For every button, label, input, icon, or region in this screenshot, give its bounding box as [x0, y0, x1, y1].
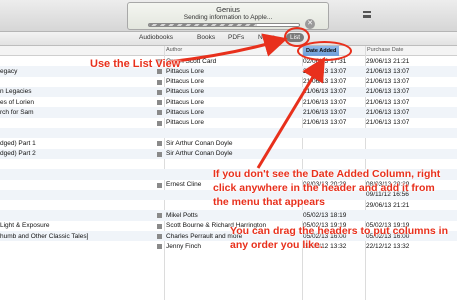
book-icon — [157, 151, 162, 157]
annotation-date-added-tip: If you don't see the Date Added Column, … — [213, 168, 441, 208]
row-author: Pittacus Lore — [166, 78, 204, 86]
date-added-highlight-circle — [297, 41, 352, 61]
table-row[interactable]: dged) Part 1 Sir Arthur Conan Doyle — [0, 138, 457, 148]
row-title: es of Lorien — [0, 98, 34, 106]
tab-pdfs[interactable]: PDFs — [228, 34, 244, 41]
row-title: dged) Part 2 — [0, 150, 36, 158]
row-purchase-date: 21/06/13 13:07 — [366, 67, 410, 75]
row-author: Pittacus Lore — [166, 98, 204, 106]
row-date-added: 05/02/13 18:19 — [303, 211, 347, 219]
tab-notes[interactable]: Notes — [258, 34, 275, 41]
row-author: Sir Arthur Conan Doyle — [166, 139, 233, 147]
tab-books[interactable]: Books — [197, 34, 215, 41]
book-icon — [157, 141, 162, 147]
row-title: humb and Other Classic Tales] — [0, 232, 89, 240]
table-row[interactable] — [0, 128, 457, 139]
book-icon — [157, 182, 162, 188]
book-icon — [157, 223, 162, 229]
row-author: Pittacus Lore — [166, 119, 204, 127]
row-date-added: 21/06/13 13:07 — [303, 78, 347, 86]
table-row[interactable]: rch for Sam Pittacus Lore 21/06/13 13:07 21… — [0, 107, 457, 118]
book-list: Orson Scott Card 02/06/13 17:31 29/06/13 2… — [0, 56, 457, 252]
list-menu-icon[interactable] — [363, 11, 371, 18]
table-row[interactable]: Pittacus Lore 21/06/13 13:07 21/06/13 13:0… — [0, 118, 457, 128]
cancel-sync-icon[interactable]: ✕ — [305, 19, 315, 29]
row-title: n Legacies — [0, 88, 32, 96]
column-header-author[interactable]: Author — [166, 47, 182, 53]
table-row[interactable]: Pittacus Lore 21/06/13 13:07 21/06/13 13:0… — [0, 77, 457, 87]
row-author: Pittacus Lore — [166, 88, 204, 96]
status-display: Genius Sending information to Apple... ✕ — [127, 2, 329, 30]
column-header[interactable]: Author Date Added Purchase Date — [0, 46, 457, 56]
table-row[interactable]: es of Lorien Pittacus Lore 21/06/13 13:07 2… — [0, 97, 457, 107]
row-purchase-date: 21/06/13 13:07 — [366, 88, 410, 96]
status-text: Sending information to Apple... — [183, 14, 273, 21]
row-purchase-date: 21/06/13 13:07 — [366, 98, 410, 106]
title-bar: Genius Sending information to Apple... ✕ — [0, 0, 457, 32]
annotation-drag-tip: You can drag the headers to put columns … — [230, 225, 448, 251]
book-icon — [157, 100, 162, 106]
row-date-added: 21/06/13 13:07 — [303, 119, 347, 127]
row-date-added: 21/06/13 13:07 — [303, 108, 347, 116]
column-header-purchase-date[interactable]: Purchase Date — [367, 47, 403, 53]
category-tabbar: Audiobooks Books PDFs Notes List — [0, 32, 457, 46]
window-title: Genius — [216, 5, 240, 14]
row-title: dged) Part 1 — [0, 139, 36, 147]
row-title: Light & Exposure — [0, 222, 50, 230]
row-author: Sir Arthur Conan Doyle — [166, 150, 233, 158]
book-icon — [157, 244, 162, 250]
row-purchase-date: 29/06/13 21:21 — [366, 57, 410, 65]
row-author: Pittacus Lore — [166, 108, 204, 116]
table-row[interactable]: n Legacies Pittacus Lore 21/06/13 13:07 21/… — [0, 86, 457, 98]
progress-bar — [148, 23, 300, 27]
progress-fill — [149, 24, 257, 26]
table-row[interactable]: egacy Pittacus Lore 21/06/13 13:07 21/06/13… — [0, 66, 457, 77]
row-date-added: 21/06/13 13:07 — [303, 98, 347, 106]
book-icon — [157, 110, 162, 116]
row-purchase-date: 21/06/13 13:07 — [366, 108, 410, 116]
book-icon — [157, 89, 162, 95]
annotation-use-list-view: Use the List View — [90, 58, 181, 70]
table-row[interactable]: Mikel Potts 05/02/13 18:19 — [0, 210, 457, 221]
row-title: rch for Sam — [0, 108, 34, 116]
tab-audiobooks[interactable]: Audiobooks — [139, 34, 173, 41]
row-purchase-date: 21/06/13 13:07 — [366, 119, 410, 127]
book-icon — [157, 213, 162, 219]
book-icon — [157, 79, 162, 85]
row-purchase-date: 21/06/13 13:07 — [366, 78, 410, 86]
row-author: Mikel Potts — [166, 211, 198, 219]
table-row[interactable]: Orson Scott Card 02/06/13 17:31 29/06/13 2… — [0, 56, 457, 66]
row-date-added: 21/06/13 13:07 — [303, 67, 347, 75]
book-icon — [157, 120, 162, 126]
book-icon — [157, 234, 162, 240]
table-row[interactable]: dged) Part 2 Sir Arthur Conan Doyle — [0, 148, 457, 159]
row-date-added: 21/06/13 13:07 — [303, 88, 347, 96]
